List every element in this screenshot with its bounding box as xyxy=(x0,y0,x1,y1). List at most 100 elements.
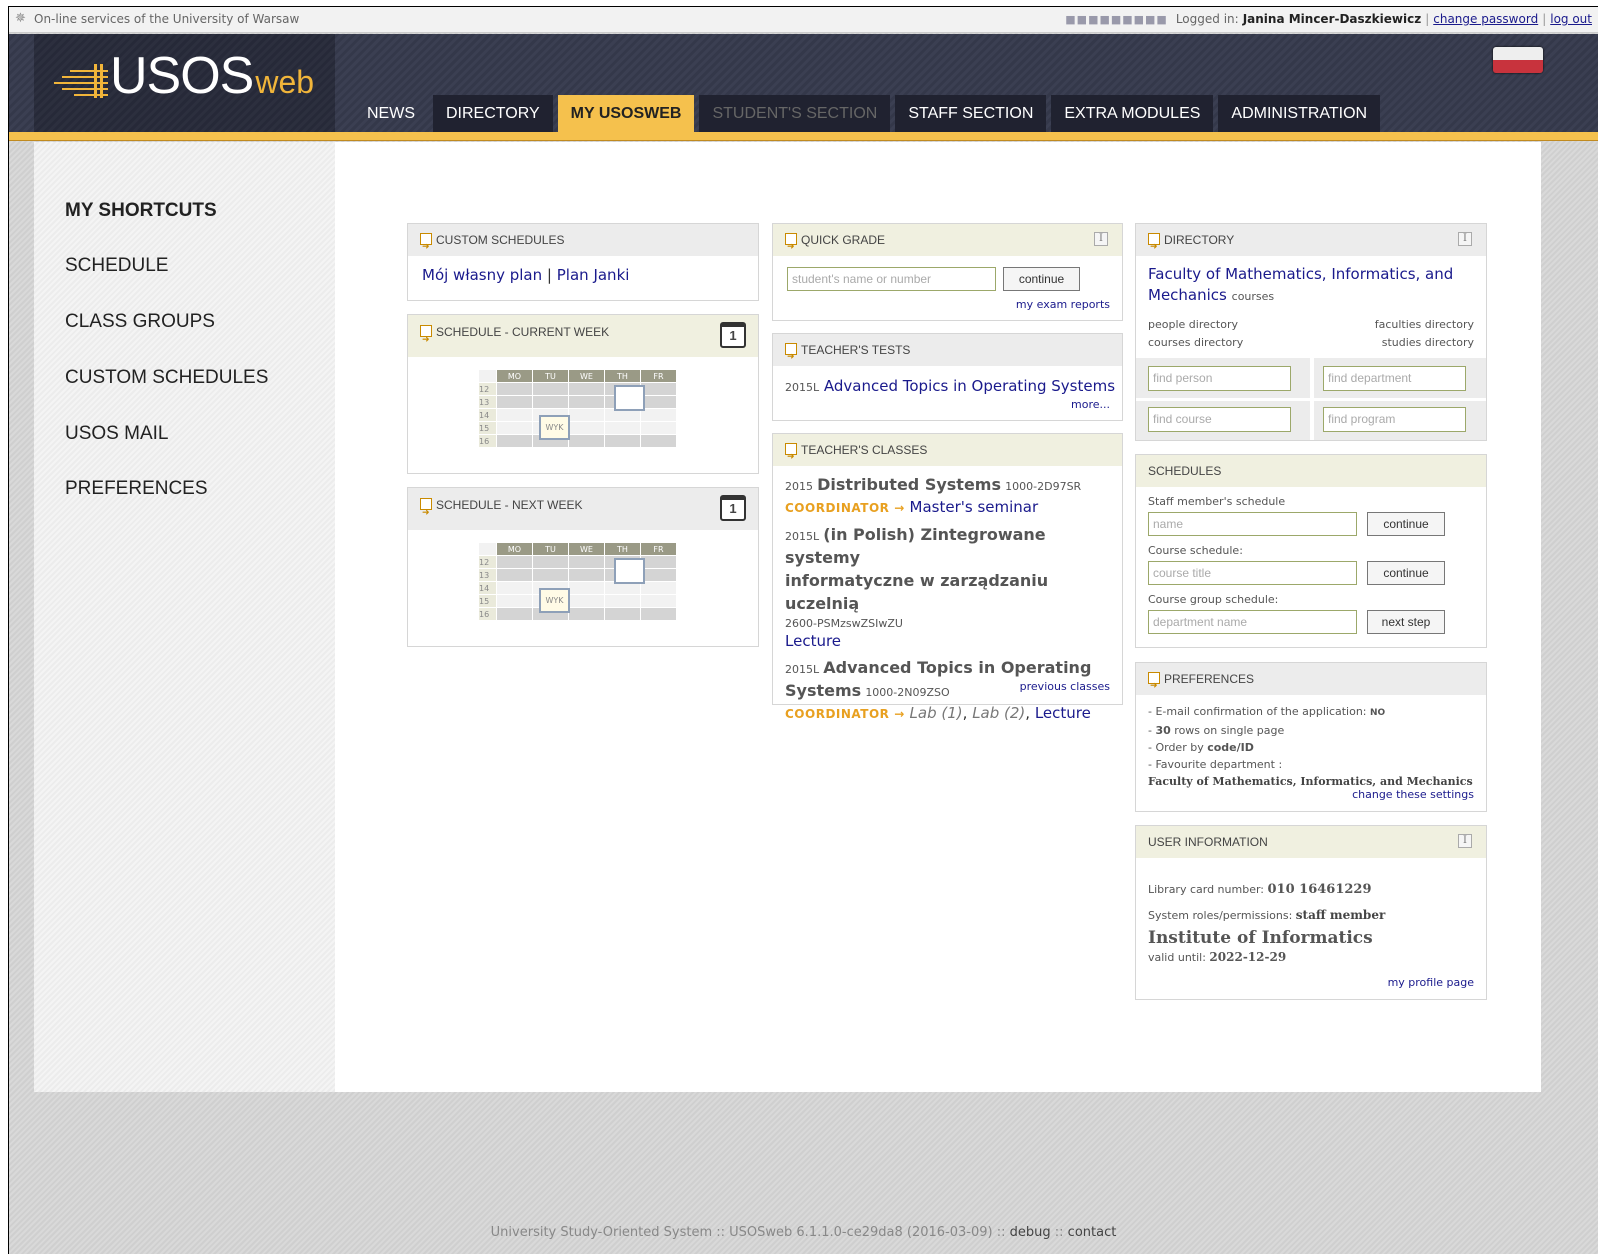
logout-link[interactable]: log out xyxy=(1550,12,1592,26)
logo-box: USOS web xyxy=(34,34,335,132)
coordinator-label: COORDINATOR xyxy=(785,501,890,515)
info-icon[interactable]: i xyxy=(1458,834,1472,848)
class-item: 2015 Distributed Systems 1000-2D97SR xyxy=(785,475,1082,494)
expand-icon[interactable] xyxy=(785,230,797,262)
logged-in-label: Logged in: xyxy=(1175,12,1239,26)
class-group-link[interactable]: Master's seminar xyxy=(910,498,1039,516)
expand-icon[interactable] xyxy=(785,340,797,372)
change-settings-link[interactable]: change these settings xyxy=(1352,788,1474,801)
tab-my-usosweb[interactable]: MY USOSWEB xyxy=(557,95,695,132)
sidebar-item-class-groups[interactable]: CLASS GROUPS xyxy=(65,311,215,333)
directory-panel: DIRECTORY i Faculty of Mathematics, Info… xyxy=(1135,223,1487,441)
courses-directory-link[interactable]: courses directory xyxy=(1148,334,1243,352)
class-group-link[interactable]: Lecture xyxy=(1035,704,1091,722)
tab-news[interactable]: NEWS xyxy=(354,95,428,132)
expand-icon[interactable] xyxy=(785,440,797,472)
tab-staff-section[interactable]: STAFF SECTION xyxy=(895,95,1047,132)
studies-directory-link[interactable]: studies directory xyxy=(1382,334,1474,352)
info-icon[interactable]: i xyxy=(1094,232,1108,246)
schedule-event[interactable]: WYK xyxy=(539,415,570,440)
page-frame: ✵ On-line services of the University of … xyxy=(8,6,1598,1254)
teachers-classes-header[interactable]: TEACHER'S CLASSES xyxy=(773,434,1122,472)
logo-web-text: web xyxy=(255,64,315,100)
schedule-next-header[interactable]: SCHEDULE - NEXT WEEK 1 xyxy=(408,488,758,530)
debug-link[interactable]: debug xyxy=(1010,1225,1051,1240)
sidebar-item-schedule[interactable]: SCHEDULE xyxy=(65,255,168,277)
sidebar-item-usos-mail[interactable]: USOS MAIL xyxy=(65,423,168,445)
continue-button[interactable]: continue xyxy=(1367,512,1445,536)
next-step-button[interactable]: next step xyxy=(1367,610,1445,634)
find-person-input[interactable]: find person xyxy=(1148,366,1291,391)
eagle-icon: ✵ xyxy=(15,11,26,26)
sidebar-item-preferences[interactable]: PREFERENCES xyxy=(65,478,208,500)
user-information-header: USER INFORMATION i xyxy=(1136,826,1486,858)
expand-icon[interactable] xyxy=(420,322,432,356)
teachers-tests-header[interactable]: TEACHER'S TESTS xyxy=(773,334,1122,372)
group-schedule-input[interactable]: department name xyxy=(1148,610,1357,634)
schedule-event[interactable]: WYK xyxy=(539,588,570,613)
directory-header[interactable]: DIRECTORY i xyxy=(1136,224,1486,262)
usosweb-logo[interactable]: USOS web xyxy=(50,50,314,102)
calendar-icon[interactable]: 1 xyxy=(720,322,746,348)
faculty-link[interactable]: Mechanics xyxy=(1148,286,1227,304)
schedule-grid[interactable]: MO TU WE TH FR 12 13 14 15 16 xyxy=(478,369,677,448)
dots-decoration: ■■■■■■■■■ xyxy=(1065,12,1168,26)
institute-name: Institute of Informatics xyxy=(1148,928,1373,948)
schedules-header: SCHEDULES xyxy=(1136,455,1486,487)
expand-icon[interactable] xyxy=(1148,230,1160,262)
main-content: CUSTOM SCHEDULES Mój własny plan | Plan … xyxy=(335,142,1541,1092)
change-password-link[interactable]: change password xyxy=(1433,12,1538,26)
schedule-event[interactable] xyxy=(614,558,645,584)
profile-page-link[interactable]: my profile page xyxy=(1388,976,1474,989)
exam-reports-link[interactable]: my exam reports xyxy=(1016,298,1110,311)
user-information-panel: USER INFORMATION i Library card number: … xyxy=(1135,825,1487,1000)
schedule-grid[interactable]: MO TU WE TH FR 12 13 14 15 16 xyxy=(478,542,677,621)
coordinator-label: COORDINATOR xyxy=(785,707,890,721)
student-search-input[interactable]: student's name or number xyxy=(787,267,996,291)
custom-schedules-panel: CUSTOM SCHEDULES Mój własny plan | Plan … xyxy=(407,223,759,301)
preferences-panel: PREFERENCES - E-mail confirmation of the… xyxy=(1135,662,1487,812)
teachers-classes-panel: TEACHER'S CLASSES 2015 Distributed Syste… xyxy=(772,433,1123,722)
class-group-link[interactable]: Lab (2) xyxy=(972,704,1025,722)
people-directory-link[interactable]: people directory xyxy=(1148,316,1238,334)
more-tests-link[interactable]: more... xyxy=(1071,398,1110,411)
continue-button[interactable]: continue xyxy=(1367,561,1445,585)
class-group-link[interactable]: Lecture xyxy=(785,632,841,650)
custom-schedule-link[interactable]: Plan Janki xyxy=(557,266,630,284)
continue-button[interactable]: continue xyxy=(1003,267,1080,291)
sidebar-item-custom-schedules[interactable]: CUSTOM SCHEDULES xyxy=(65,367,268,389)
schedule-current-header[interactable]: SCHEDULE - CURRENT WEEK 1 xyxy=(408,315,758,357)
faculty-link[interactable]: Faculty of Mathematics, Informatics, and xyxy=(1148,265,1453,283)
preferences-header[interactable]: PREFERENCES xyxy=(1136,663,1486,701)
tab-students-section[interactable]: STUDENT'S SECTION xyxy=(699,95,891,132)
quick-grade-header[interactable]: QUICK GRADE i xyxy=(773,224,1122,262)
staff-schedule-input[interactable]: name xyxy=(1148,512,1357,536)
schedules-panel: SCHEDULES Staff member's schedule name c… xyxy=(1135,454,1487,648)
previous-classes-link[interactable]: previous classes xyxy=(1020,680,1110,693)
tab-administration[interactable]: ADMINISTRATION xyxy=(1218,95,1381,132)
tab-directory[interactable]: DIRECTORY xyxy=(433,95,553,132)
tab-extra-modules[interactable]: EXTRA MODULES xyxy=(1051,95,1214,132)
find-program-input[interactable]: find program xyxy=(1323,407,1466,432)
test-link[interactable]: Advanced Topics in Operating Systems xyxy=(824,377,1115,395)
find-department-input[interactable]: find department xyxy=(1323,366,1466,391)
faculties-directory-link[interactable]: faculties directory xyxy=(1375,316,1474,334)
expand-icon[interactable] xyxy=(420,495,432,529)
site-label: On-line services of the University of Wa… xyxy=(34,12,300,26)
schedule-next-week-panel: SCHEDULE - NEXT WEEK 1 MOTUWETHFR 12 13 … xyxy=(407,487,759,647)
faculty-courses-link[interactable]: courses xyxy=(1232,290,1275,303)
sidebar-heading: MY SHORTCUTS xyxy=(65,200,217,221)
find-course-input[interactable]: find course xyxy=(1148,407,1291,432)
expand-icon[interactable] xyxy=(1148,669,1160,701)
schedule-event[interactable] xyxy=(614,385,645,411)
calendar-icon[interactable]: 1 xyxy=(720,495,746,521)
info-icon[interactable]: i xyxy=(1458,232,1472,246)
custom-schedule-link[interactable]: Mój własny plan xyxy=(422,266,542,284)
polish-flag-icon[interactable] xyxy=(1493,47,1543,73)
contact-link[interactable]: contact xyxy=(1068,1225,1117,1240)
sidebar: MY SHORTCUTS SCHEDULE CLASS GROUPS CUSTO… xyxy=(34,142,335,1092)
custom-schedules-header[interactable]: CUSTOM SCHEDULES xyxy=(408,224,758,262)
class-group-link[interactable]: Lab (1) xyxy=(910,704,963,722)
expand-icon[interactable] xyxy=(420,230,432,262)
course-schedule-input[interactable]: course title xyxy=(1148,561,1357,585)
